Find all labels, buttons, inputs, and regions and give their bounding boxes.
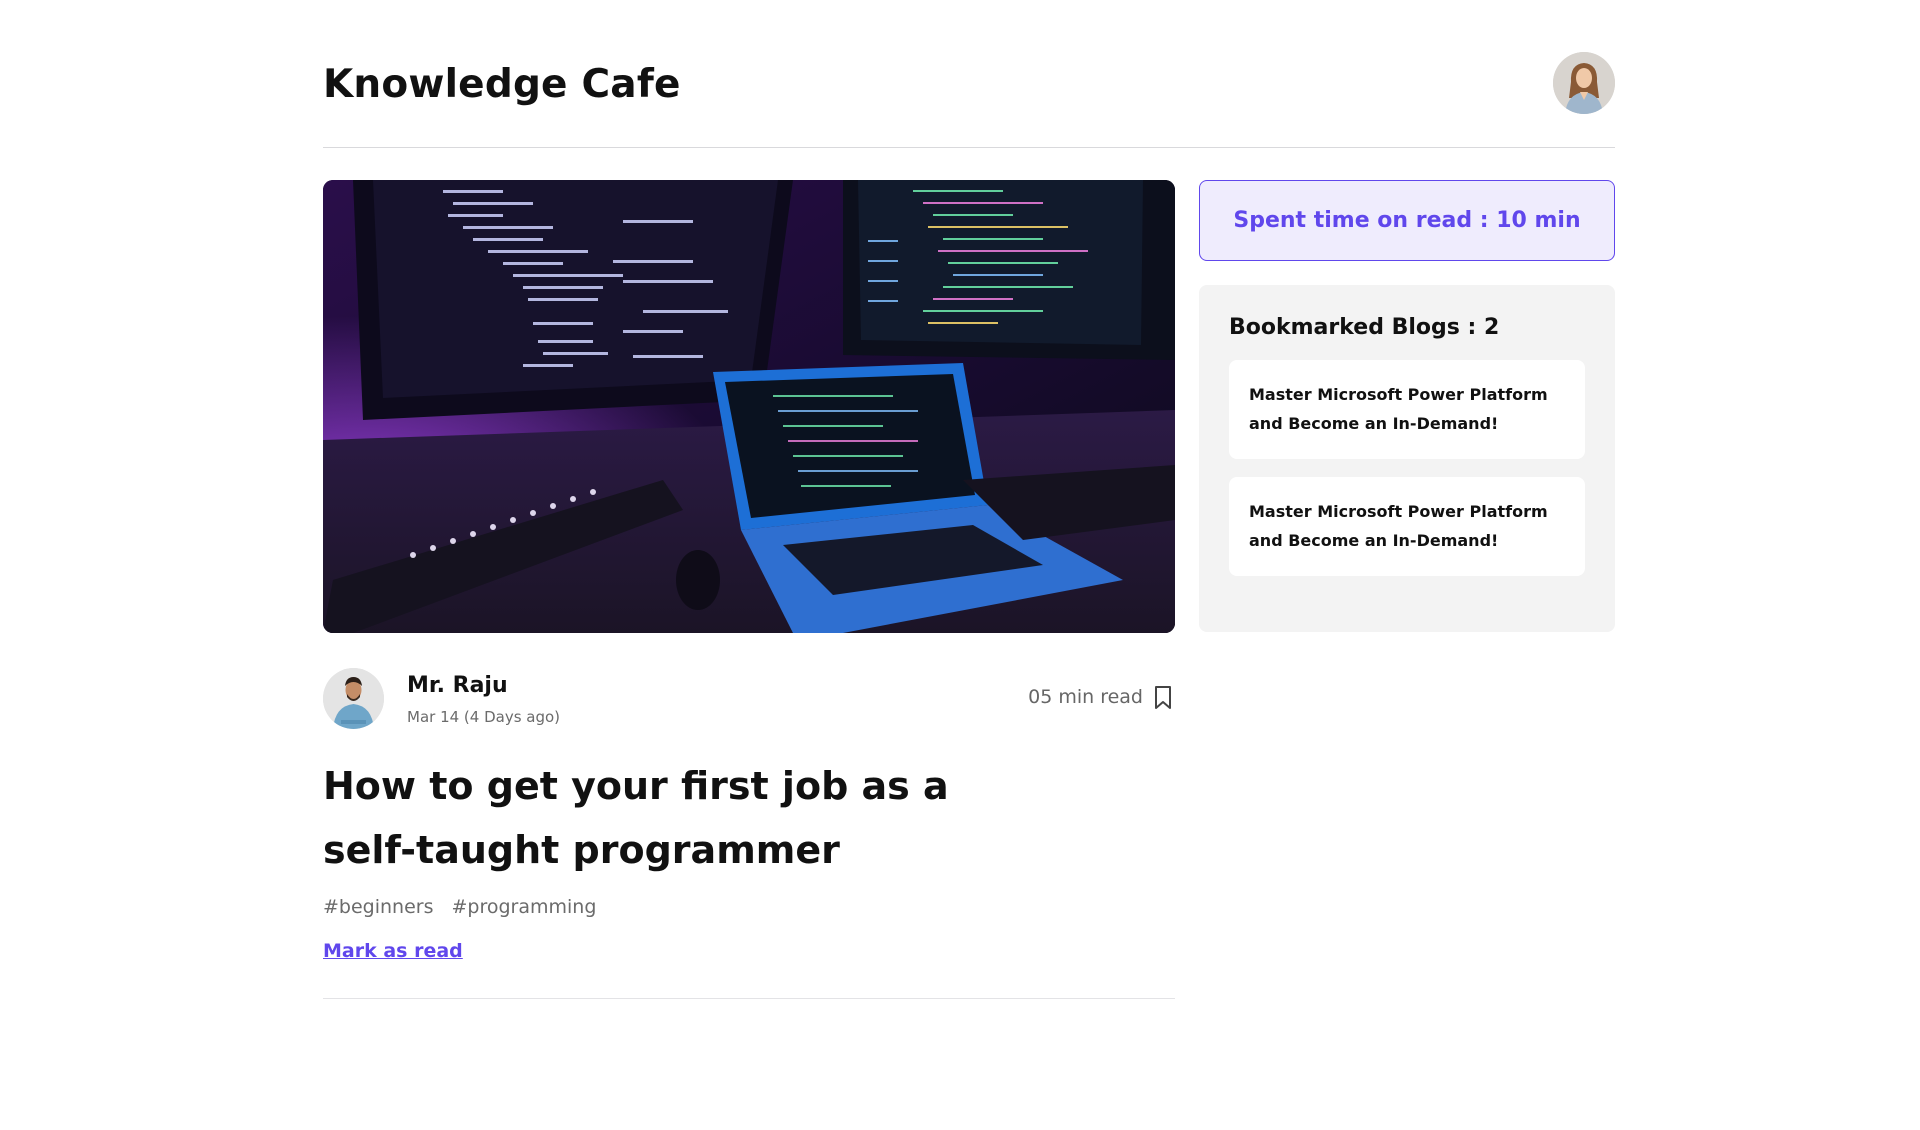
bookmark-button[interactable] xyxy=(1151,685,1175,711)
programmer-desk-image xyxy=(323,180,1175,633)
read-time: 05 min read xyxy=(1028,686,1143,708)
blog-card: Mr. Raju Mar 14 (4 Days ago) 05 min read… xyxy=(323,180,1175,999)
spent-time-text: Spent time on read : 10 min xyxy=(1233,208,1581,233)
cover-image xyxy=(323,180,1175,633)
tag[interactable]: #programming xyxy=(452,896,597,918)
bookmark-icon xyxy=(1155,686,1171,709)
site-header: Knowledge Cafe xyxy=(323,50,1615,148)
bookmarks-heading: Bookmarked Blogs : 2 xyxy=(1229,315,1500,340)
post-date: Mar 14 (4 Days ago) xyxy=(407,708,561,726)
woman-avatar-icon xyxy=(1553,52,1615,114)
bookmark-item[interactable]: Master Microsoft Power Platform and Beco… xyxy=(1229,477,1585,576)
author-avatar xyxy=(323,668,384,729)
author-row: Mr. Raju Mar 14 (4 Days ago) 05 min read xyxy=(323,668,1175,730)
man-avatar-icon xyxy=(323,668,384,729)
divider xyxy=(323,998,1175,999)
mark-as-read-link[interactable]: Mark as read xyxy=(323,940,463,962)
page: Knowledge Cafe Mr. Raju Mar 14 (4 Days a… xyxy=(0,0,1920,1130)
tag-list: #beginners #programming xyxy=(323,896,1175,918)
blog-title[interactable]: How to get your first job as a self-taug… xyxy=(323,754,1023,882)
bookmark-item[interactable]: Master Microsoft Power Platform and Beco… xyxy=(1229,360,1585,459)
spent-time-box: Spent time on read : 10 min xyxy=(1199,180,1615,261)
profile-avatar[interactable] xyxy=(1553,52,1615,114)
site-title: Knowledge Cafe xyxy=(323,62,681,107)
tag[interactable]: #beginners xyxy=(323,896,434,918)
author-name: Mr. Raju xyxy=(407,673,508,698)
bookmarks-panel: Bookmarked Blogs : 2 Master Microsoft Po… xyxy=(1199,285,1615,632)
